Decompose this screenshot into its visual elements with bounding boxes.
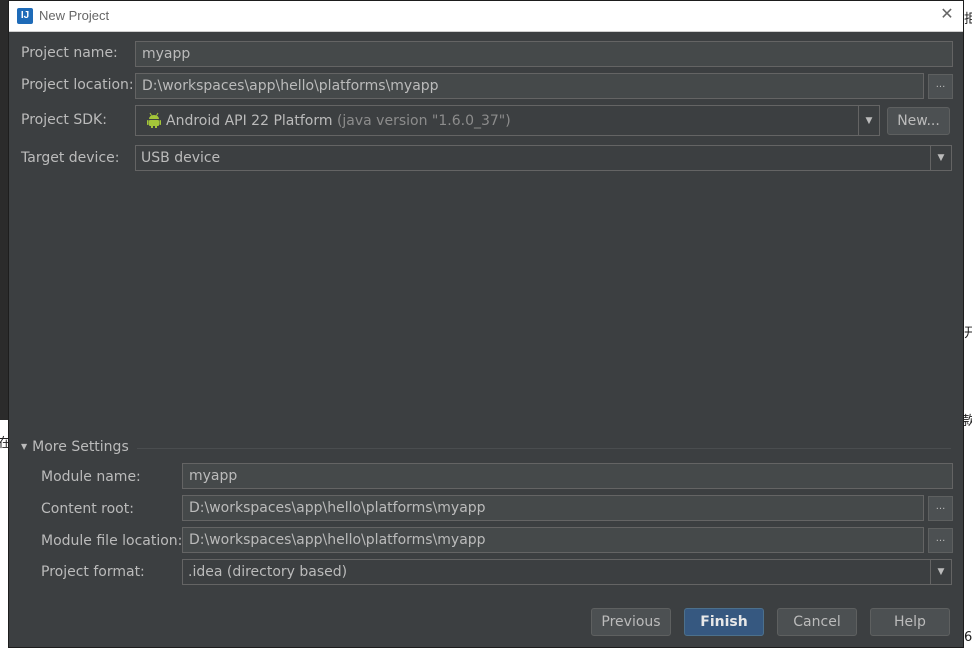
close-icon[interactable]: ✕ bbox=[939, 6, 955, 22]
window-title: New Project bbox=[39, 8, 110, 23]
new-project-dialog: IJ New Project ✕ Project name: myapp Pro… bbox=[8, 0, 964, 648]
project-format-value: .idea (directory based) bbox=[188, 564, 348, 580]
project-name-input[interactable]: myapp bbox=[135, 41, 953, 67]
module-file-location-input[interactable]: D:\workspaces\app\hello\platforms\myapp bbox=[182, 527, 924, 553]
sdk-value: Android API 22 Platform (java version "1… bbox=[166, 106, 511, 135]
background-text-fragment: 开 bbox=[964, 326, 972, 341]
background-text-fragment: 6 bbox=[964, 630, 972, 645]
title-bar[interactable]: IJ New Project ✕ bbox=[9, 1, 963, 32]
help-button[interactable]: Help bbox=[870, 608, 950, 636]
content-root-input[interactable]: D:\workspaces\app\hello\platforms\myapp bbox=[182, 495, 924, 521]
chevron-down-icon[interactable]: ▼ bbox=[930, 146, 951, 170]
project-location-label: Project location: bbox=[21, 77, 134, 93]
background-text-fragment: 拒 bbox=[964, 12, 972, 27]
content-root-browse-button[interactable]: ... bbox=[928, 496, 953, 521]
more-settings-label: More Settings bbox=[32, 439, 129, 455]
android-icon bbox=[147, 112, 161, 128]
content-root-label: Content root: bbox=[41, 501, 134, 517]
project-format-label: Project format: bbox=[41, 564, 145, 580]
background-window-strip-lower bbox=[0, 420, 8, 655]
sdk-name-text: Android API 22 Platform bbox=[166, 113, 333, 129]
previous-button[interactable]: Previous bbox=[591, 608, 671, 636]
chevron-down-icon[interactable]: ▼ bbox=[930, 560, 951, 584]
cancel-button[interactable]: Cancel bbox=[777, 608, 857, 636]
module-file-location-browse-button[interactable]: ... bbox=[928, 528, 953, 553]
chevron-down-icon[interactable]: ▼ bbox=[858, 106, 879, 135]
section-divider bbox=[21, 448, 951, 449]
target-device-label: Target device: bbox=[21, 150, 120, 166]
module-name-input[interactable]: myapp bbox=[182, 463, 953, 489]
new-sdk-button[interactable]: New... bbox=[887, 107, 950, 135]
project-location-input[interactable]: D:\workspaces\app\hello\platforms\myapp bbox=[135, 73, 924, 99]
more-settings-toggle[interactable]: ▼ More Settings bbox=[21, 439, 137, 455]
sdk-java-version-hint: (java version "1.6.0_37") bbox=[336, 113, 511, 129]
intellij-idea-icon: IJ bbox=[17, 8, 33, 24]
project-name-label: Project name: bbox=[21, 45, 118, 61]
project-location-browse-button[interactable]: ... bbox=[928, 74, 953, 99]
project-sdk-label: Project SDK: bbox=[21, 112, 107, 128]
target-device-select[interactable]: USB device ▼ bbox=[135, 145, 952, 171]
target-device-value: USB device bbox=[141, 150, 221, 166]
project-format-select[interactable]: .idea (directory based) ▼ bbox=[182, 559, 952, 585]
background-window-strip bbox=[0, 0, 8, 420]
module-name-label: Module name: bbox=[41, 469, 141, 485]
module-file-location-label: Module file location: bbox=[41, 533, 183, 549]
triangle-down-icon: ▼ bbox=[21, 442, 28, 451]
finish-button[interactable]: Finish bbox=[684, 608, 764, 636]
project-sdk-select[interactable]: Android API 22 Platform (java version "1… bbox=[135, 105, 880, 136]
